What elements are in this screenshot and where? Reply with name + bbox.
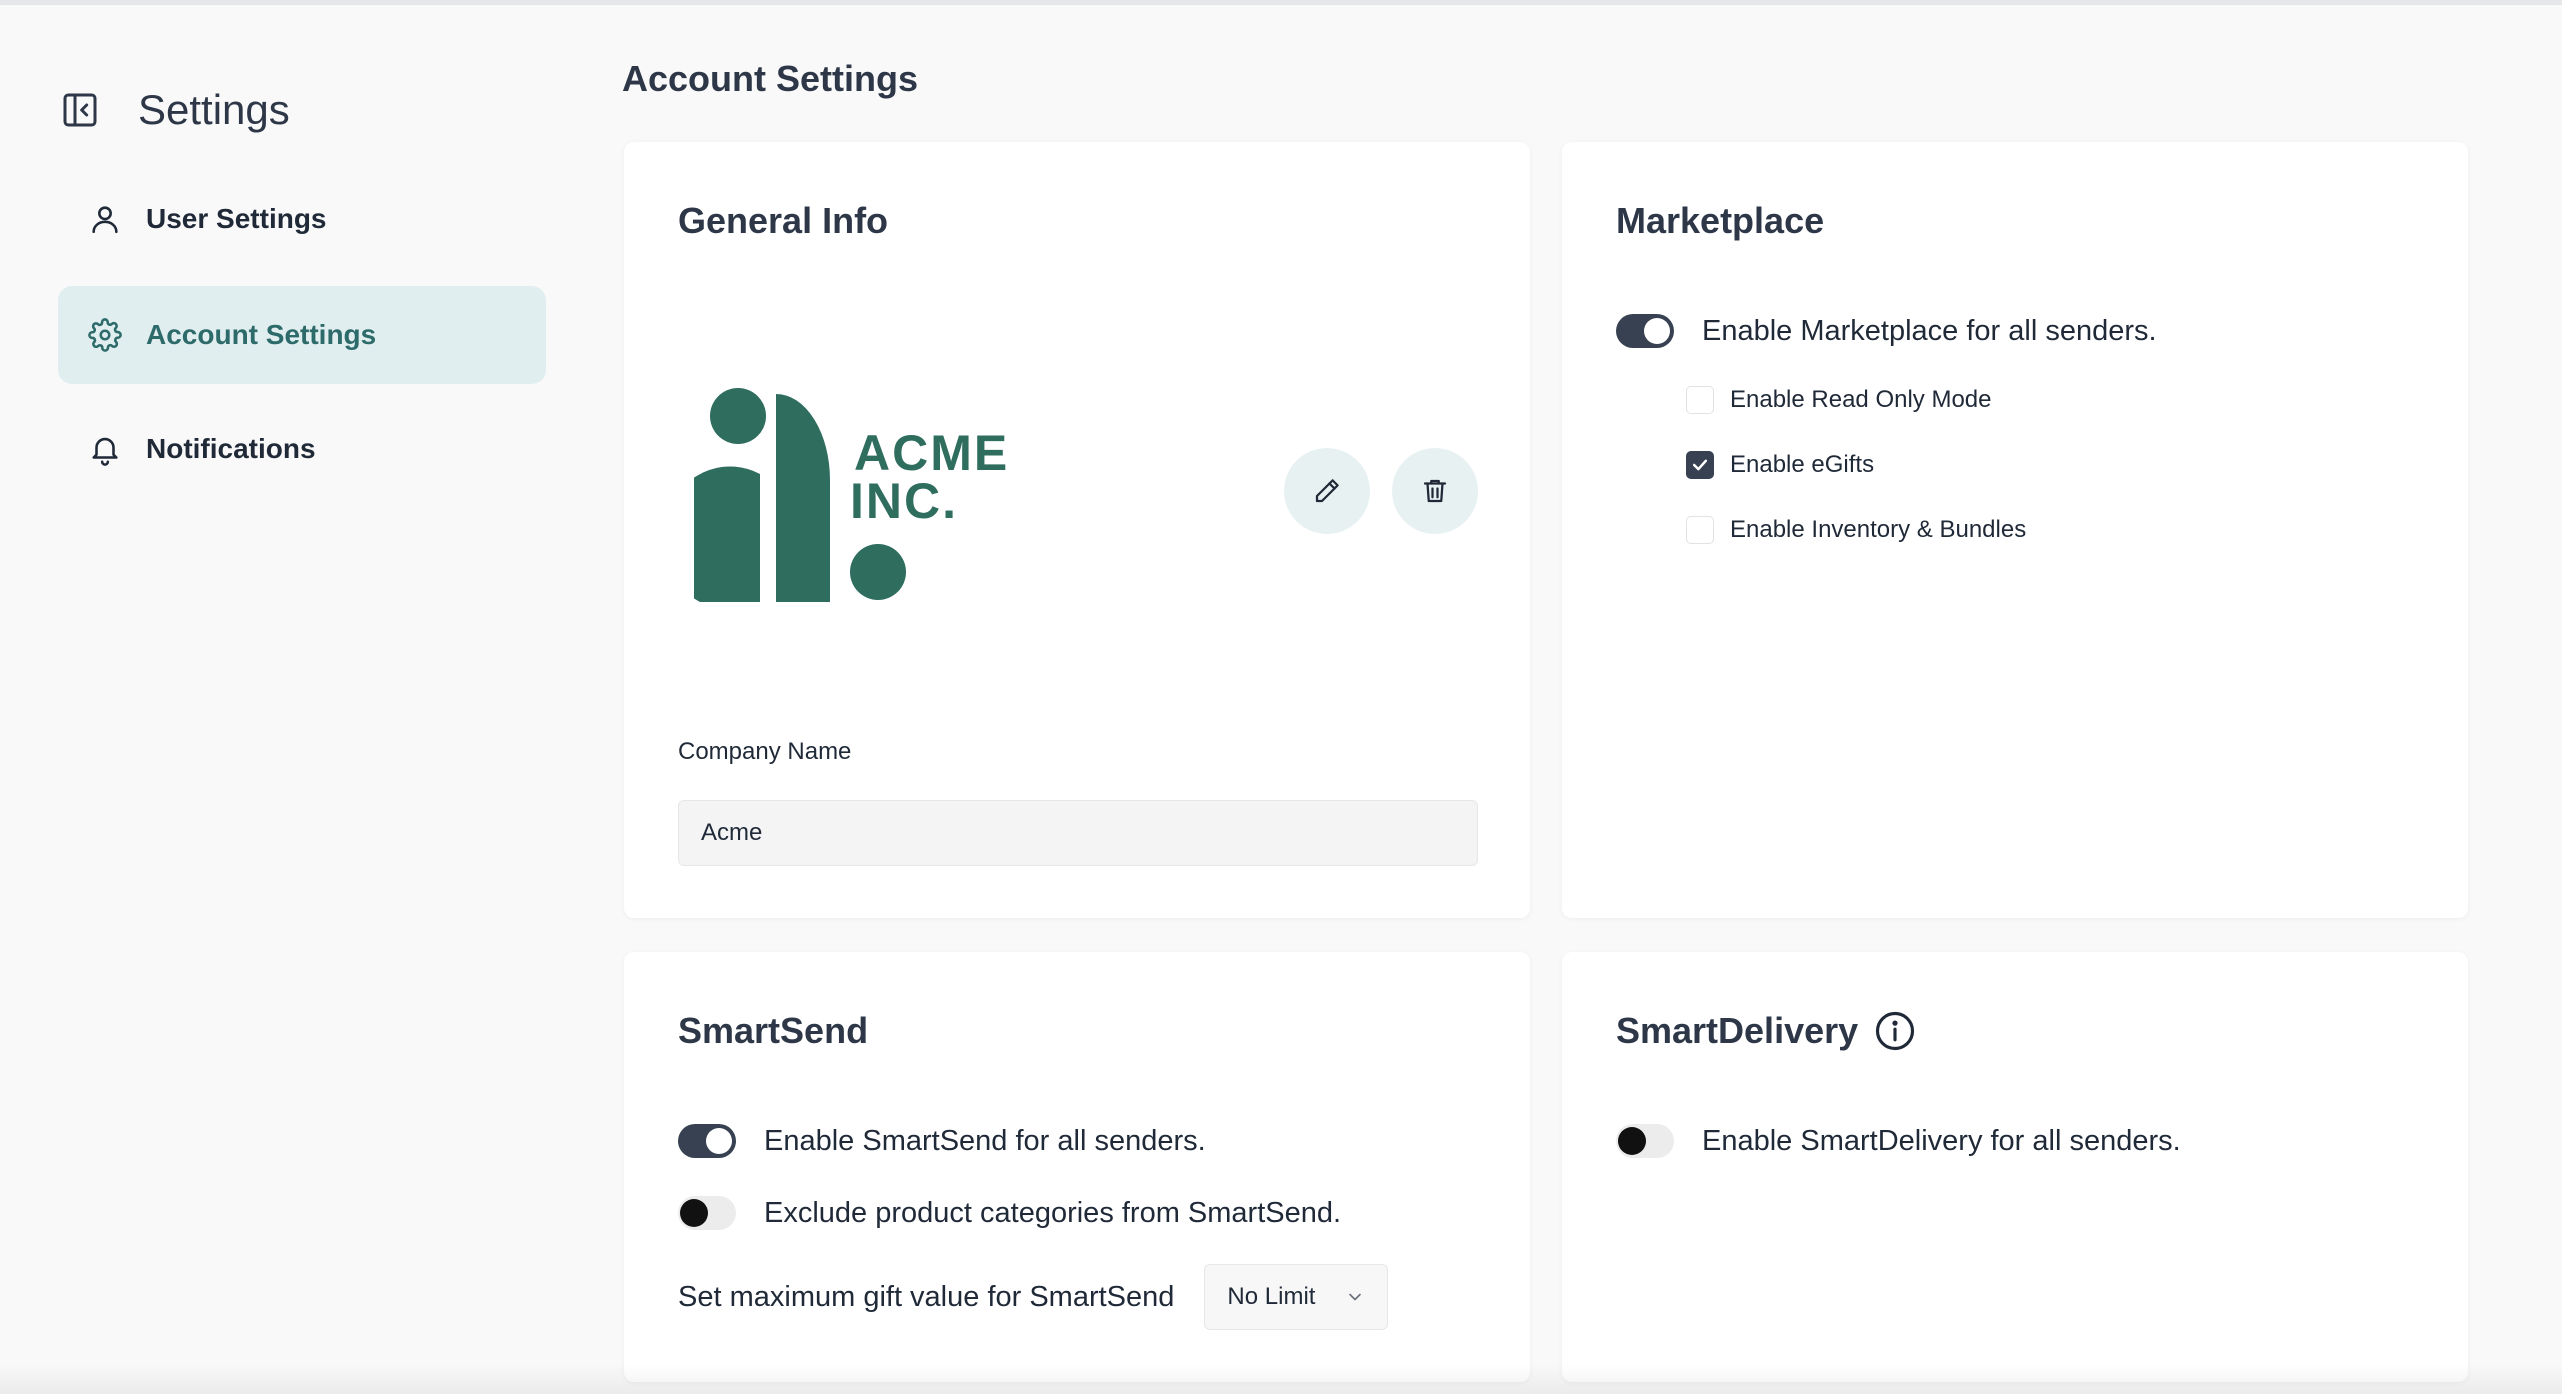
sidebar-item-label: Account Settings bbox=[146, 319, 377, 350]
gear-icon bbox=[88, 318, 122, 352]
company-logo: ACME INC. bbox=[694, 388, 1007, 602]
smartsend-card: SmartSend Enable SmartSend for all sende… bbox=[624, 952, 1530, 1382]
max-gift-value-selected: No Limit bbox=[1227, 1283, 1316, 1310]
egifts-checkbox[interactable] bbox=[1686, 451, 1714, 479]
smartdelivery-title-row: SmartDelivery bbox=[1616, 1010, 1916, 1052]
smartsend-title: SmartSend bbox=[678, 1010, 869, 1051]
delete-logo-button[interactable] bbox=[1392, 448, 1478, 534]
read-only-mode-checkbox[interactable] bbox=[1686, 386, 1714, 414]
egifts-label: Enable eGifts bbox=[1730, 451, 1875, 478]
marketplace-toggle-row: Enable Marketplace for all senders. bbox=[1616, 314, 2157, 348]
inventory-bundles-option[interactable]: Enable Inventory & Bundles bbox=[1686, 516, 2026, 544]
info-icon[interactable] bbox=[1874, 1010, 1916, 1052]
smartdelivery-title: SmartDelivery bbox=[1616, 1010, 1859, 1051]
sidebar-item-label: User Settings bbox=[146, 203, 327, 234]
smartsend-enable-toggle[interactable] bbox=[678, 1124, 736, 1158]
bell-icon bbox=[92, 437, 118, 466]
marketplace-toggle[interactable] bbox=[1616, 314, 1674, 348]
company-name-label: Company Name bbox=[678, 738, 852, 765]
toggle-knob bbox=[1618, 1127, 1646, 1155]
company-name-input[interactable] bbox=[678, 800, 1478, 866]
sidebar-title: Settings bbox=[138, 86, 290, 133]
general-info-card: General Info ACME INC. Company Name bbox=[624, 142, 1530, 918]
max-gift-value-row: Set maximum gift value for SmartSend No … bbox=[678, 1264, 1389, 1330]
smartdelivery-toggle[interactable] bbox=[1616, 1124, 1674, 1158]
smartdelivery-toggle-row: Enable SmartDelivery for all senders. bbox=[1616, 1124, 2181, 1158]
bottom-shadow bbox=[0, 1364, 2562, 1394]
sidebar-item-notifications[interactable]: Notifications bbox=[58, 400, 546, 498]
read-only-mode-option[interactable]: Enable Read Only Mode bbox=[1686, 386, 1992, 414]
smartsend-exclude-label: Exclude product categories from SmartSen… bbox=[764, 1196, 1342, 1229]
marketplace-toggle-label: Enable Marketplace for all senders. bbox=[1702, 314, 2157, 347]
smartsend-enable-row: Enable SmartSend for all senders. bbox=[678, 1124, 1206, 1158]
smartsend-exclude-toggle[interactable] bbox=[678, 1196, 736, 1230]
smartsend-enable-label: Enable SmartSend for all senders. bbox=[764, 1124, 1206, 1157]
smartsend-exclude-row: Exclude product categories from SmartSen… bbox=[678, 1196, 1341, 1230]
checkmark-icon bbox=[1692, 459, 1708, 471]
chevron-down-icon bbox=[1349, 1293, 1362, 1301]
page-title: Account Settings bbox=[622, 58, 919, 99]
toggle-knob bbox=[1644, 318, 1670, 344]
inventory-bundles-checkbox[interactable] bbox=[1686, 516, 1714, 544]
sidebar: Settings User Settings Account Settings … bbox=[0, 0, 580, 1394]
general-info-title: General Info bbox=[678, 200, 889, 241]
smartdelivery-card: SmartDelivery Enable SmartDelivery for a… bbox=[1562, 952, 2468, 1382]
inventory-bundles-label: Enable Inventory & Bundles bbox=[1730, 516, 2027, 543]
logo-text-line-2: INC. bbox=[850, 473, 958, 529]
trash-icon bbox=[1423, 479, 1447, 503]
sidebar-item-user-settings[interactable]: User Settings bbox=[58, 170, 546, 268]
toggle-knob bbox=[706, 1128, 732, 1154]
user-icon bbox=[92, 206, 118, 234]
sidebar-header: Settings bbox=[60, 86, 290, 134]
smartdelivery-toggle-label: Enable SmartDelivery for all senders. bbox=[1702, 1124, 2181, 1157]
collapse-sidebar-icon[interactable] bbox=[60, 90, 100, 130]
edit-logo-button[interactable] bbox=[1284, 448, 1370, 534]
sidebar-item-label: Notifications bbox=[146, 433, 316, 464]
marketplace-title: Marketplace bbox=[1616, 200, 1825, 241]
read-only-mode-label: Enable Read Only Mode bbox=[1730, 386, 1992, 413]
egifts-option[interactable]: Enable eGifts bbox=[1686, 451, 1874, 479]
pencil-icon bbox=[1315, 479, 1339, 503]
toggle-knob bbox=[680, 1199, 708, 1227]
marketplace-card: Marketplace Enable Marketplace for all s… bbox=[1562, 142, 2468, 918]
max-gift-value-select[interactable]: No Limit bbox=[1204, 1264, 1389, 1330]
sidebar-item-account-settings[interactable]: Account Settings bbox=[58, 286, 546, 384]
max-gift-value-label: Set maximum gift value for SmartSend bbox=[678, 1280, 1175, 1313]
